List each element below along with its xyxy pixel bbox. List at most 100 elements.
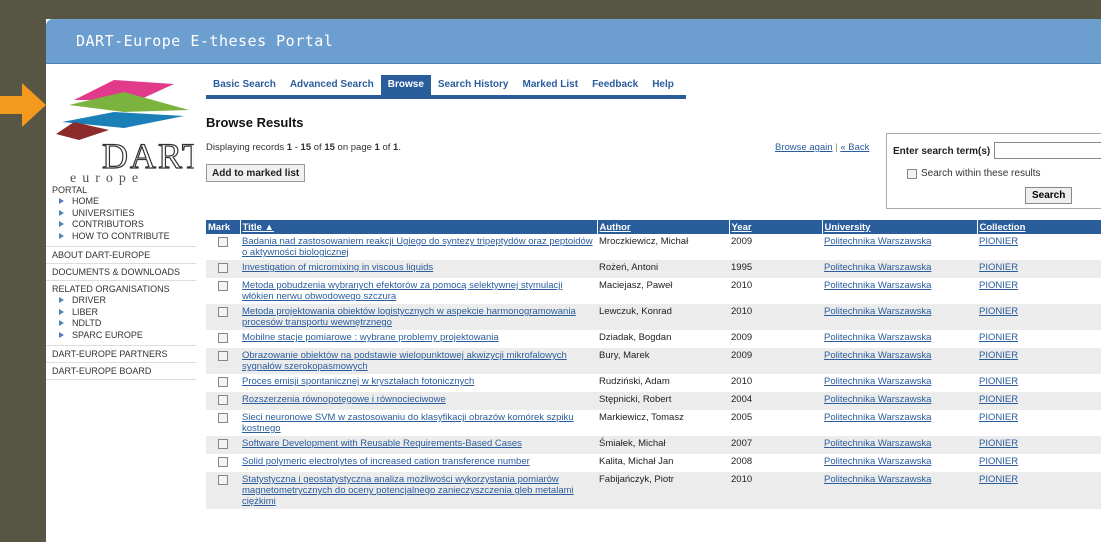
bullet-triangle-icon: [59, 297, 64, 303]
collection-cell[interactable]: PIONIER: [977, 436, 1101, 454]
column-header[interactable]: Collection: [977, 220, 1101, 234]
sidebar-item[interactable]: LIBER: [52, 307, 196, 319]
university-cell[interactable]: Politechnika Warszawska: [822, 260, 977, 278]
search-button[interactable]: Search: [1025, 187, 1073, 204]
sidebar-section[interactable]: DOCUMENTS & DOWNLOADS: [46, 264, 196, 281]
sidebar-item[interactable]: SPARC EUROPE: [52, 330, 196, 344]
year-cell: 2005: [729, 410, 822, 436]
collection-cell[interactable]: PIONIER: [977, 234, 1101, 260]
collection-cell[interactable]: PIONIER: [977, 472, 1101, 509]
university-cell[interactable]: Politechnika Warszawska: [822, 278, 977, 304]
sidebar-section-label[interactable]: ABOUT DART-EUROPE: [52, 250, 196, 261]
title-cell[interactable]: Statystyczna i geostatystyczna analiza m…: [240, 472, 597, 509]
university-cell[interactable]: Politechnika Warszawska: [822, 410, 977, 436]
tab-help[interactable]: Help: [645, 75, 681, 95]
sidebar-section[interactable]: ABOUT DART-EUROPE: [46, 247, 196, 264]
column-header[interactable]: Title ▲: [240, 220, 598, 234]
university-cell[interactable]: Politechnika Warszawska: [822, 472, 977, 509]
sidebar-item-label[interactable]: SPARC EUROPE: [72, 330, 143, 340]
title-cell[interactable]: Mobilne stacje pomiarowe : wybrane probl…: [240, 330, 597, 348]
university-cell[interactable]: Politechnika Warszawska: [822, 392, 977, 410]
collection-cell[interactable]: PIONIER: [977, 392, 1101, 410]
search-within-checkbox[interactable]: [907, 168, 917, 179]
mark-checkbox[interactable]: [218, 395, 228, 405]
collection-cell[interactable]: PIONIER: [977, 410, 1101, 436]
sidebar-item[interactable]: HOW TO CONTRIBUTE: [52, 231, 196, 245]
mark-checkbox[interactable]: [218, 439, 228, 449]
collection-cell[interactable]: PIONIER: [977, 454, 1101, 472]
title-cell[interactable]: Obrazowanie obiektów na podstawie wielop…: [240, 348, 597, 374]
sidebar-item-label[interactable]: NDLTD: [72, 318, 101, 328]
university-cell[interactable]: Politechnika Warszawska: [822, 304, 977, 330]
tab-marked-list[interactable]: Marked List: [515, 75, 585, 95]
title-cell[interactable]: Investigation of micromixing in viscous …: [240, 260, 597, 278]
tab-feedback[interactable]: Feedback: [585, 75, 645, 95]
sidebar-section[interactable]: DART-EUROPE PARTNERS: [46, 346, 196, 363]
mark-checkbox[interactable]: [218, 475, 228, 485]
sidebar-item[interactable]: NDLTD: [52, 318, 196, 330]
sidebar-item-label[interactable]: CONTRIBUTORS: [72, 219, 144, 229]
collection-cell[interactable]: PIONIER: [977, 278, 1101, 304]
university-cell[interactable]: Politechnika Warszawska: [822, 454, 977, 472]
title-cell[interactable]: Proces emisji spontanicznej w kryształac…: [240, 374, 597, 392]
sidebar-section[interactable]: PORTAL HOME UNIVERSITIES CONTRIBUTORS HOW TO…: [46, 182, 196, 247]
tab-basic-search[interactable]: Basic Search: [206, 75, 283, 95]
dart-europe-logo[interactable]: DART europe: [54, 70, 194, 185]
mark-checkbox[interactable]: [218, 281, 228, 291]
back-link[interactable]: « Back: [840, 142, 869, 153]
university-cell[interactable]: Politechnika Warszawska: [822, 330, 977, 348]
title-cell[interactable]: Badania nad zastosowaniem reakcji Ugiego…: [240, 234, 597, 260]
add-to-marked-list-button[interactable]: Add to marked list: [206, 164, 306, 182]
search-input[interactable]: [994, 142, 1101, 159]
collection-cell[interactable]: PIONIER: [977, 330, 1101, 348]
mark-checkbox[interactable]: [218, 237, 228, 247]
collection-cell[interactable]: PIONIER: [977, 260, 1101, 278]
sidebar-section-label[interactable]: DART-EUROPE BOARD: [52, 366, 196, 377]
sidebar-item-label[interactable]: UNIVERSITIES: [72, 208, 135, 218]
sidebar-item-label[interactable]: DRIVER: [72, 295, 106, 305]
sidebar-section-label[interactable]: RELATED ORGANISATIONS: [52, 284, 196, 295]
title-cell[interactable]: Solid polymeric electrolytes of increase…: [240, 454, 597, 472]
tab-browse[interactable]: Browse: [380, 75, 431, 95]
sidebar-item[interactable]: UNIVERSITIES: [52, 208, 196, 220]
mark-cell: [206, 260, 240, 278]
title-cell[interactable]: Rozszerzenia równopotęgowe i równocieciw…: [240, 392, 597, 410]
sidebar-section-label[interactable]: DART-EUROPE PARTNERS: [52, 349, 196, 360]
column-header[interactable]: Author: [597, 220, 730, 234]
sidebar-section-label[interactable]: DOCUMENTS & DOWNLOADS: [52, 267, 196, 278]
column-header[interactable]: Year: [729, 220, 823, 234]
mark-checkbox[interactable]: [218, 457, 228, 467]
sidebar-item-label[interactable]: LIBER: [72, 307, 98, 317]
mark-checkbox[interactable]: [218, 351, 228, 361]
browse-again-link[interactable]: Browse again: [775, 142, 833, 153]
title-cell[interactable]: Metoda pobudzenia wybranych efektorów za…: [240, 278, 597, 304]
tab-advanced-search[interactable]: Advanced Search: [283, 75, 381, 95]
sidebar-item[interactable]: DRIVER: [52, 295, 196, 307]
university-cell[interactable]: Politechnika Warszawska: [822, 348, 977, 374]
sidebar-item-label[interactable]: HOME: [72, 196, 99, 206]
sidebar-item[interactable]: CONTRIBUTORS: [52, 219, 196, 231]
mark-checkbox[interactable]: [218, 333, 228, 343]
university-cell[interactable]: Politechnika Warszawska: [822, 436, 977, 454]
tab-search-history[interactable]: Search History: [431, 75, 516, 95]
collection-cell[interactable]: PIONIER: [977, 304, 1101, 330]
sidebar-section[interactable]: RELATED ORGANISATIONS DRIVER LIBER NDLTD SPA…: [46, 281, 196, 346]
mark-checkbox[interactable]: [218, 263, 228, 273]
mark-checkbox[interactable]: [218, 307, 228, 317]
university-cell[interactable]: Politechnika Warszawska: [822, 374, 977, 392]
title-cell[interactable]: Software Development with Reusable Requi…: [240, 436, 597, 454]
university-cell[interactable]: Politechnika Warszawska: [822, 234, 977, 260]
mark-checkbox[interactable]: [218, 413, 228, 423]
sidebar-section[interactable]: DART-EUROPE BOARD: [46, 363, 196, 380]
search-within-option[interactable]: Search within these results: [907, 168, 1041, 179]
portal-title: DART-Europe E-theses Portal: [76, 32, 334, 50]
collection-cell[interactable]: PIONIER: [977, 348, 1101, 374]
sidebar-item-label[interactable]: HOW TO CONTRIBUTE: [72, 231, 170, 241]
mark-checkbox[interactable]: [218, 377, 228, 387]
column-header[interactable]: University: [822, 220, 978, 234]
sidebar-section-label[interactable]: PORTAL: [52, 185, 196, 196]
sidebar-item[interactable]: HOME: [52, 196, 196, 208]
title-cell[interactable]: Metoda projektowania obiektów logistyczn…: [240, 304, 597, 330]
collection-cell[interactable]: PIONIER: [977, 374, 1101, 392]
title-cell[interactable]: Sieci neuronowe SVM w zastosowaniu do kl…: [240, 410, 597, 436]
